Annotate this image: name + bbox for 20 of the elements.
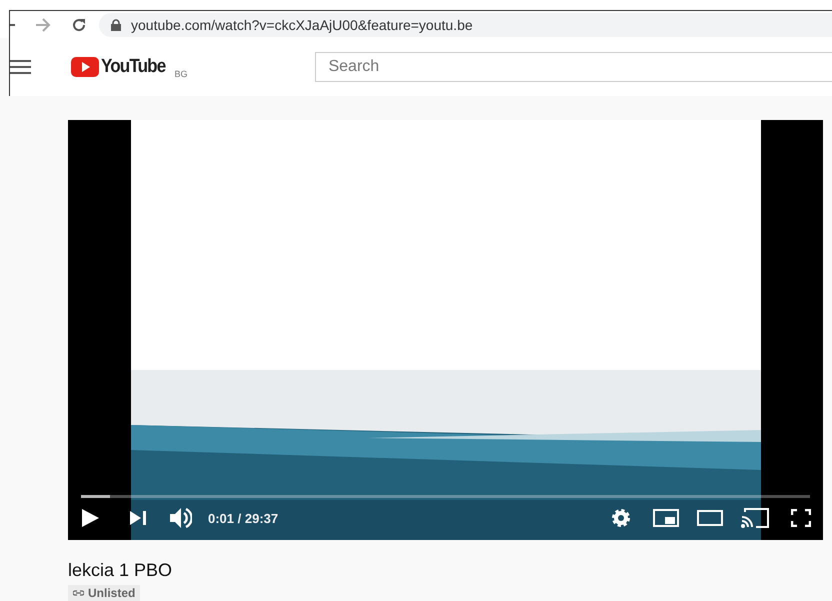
- unlisted-badge: Unlisted: [68, 585, 140, 601]
- region-code: BG: [174, 69, 188, 79]
- progress-bar[interactable]: [81, 495, 810, 498]
- theater-mode-icon[interactable]: [697, 510, 723, 526]
- link-icon: [73, 590, 84, 596]
- video-time: 0:01 / 29:37: [208, 510, 278, 526]
- lock-icon: [111, 19, 121, 31]
- fullscreen-icon[interactable]: [791, 509, 811, 527]
- settings-icon[interactable]: [611, 508, 631, 528]
- video-title: lekcia 1 PBO: [68, 560, 174, 581]
- logo-text[interactable]: YouTube: [101, 56, 166, 78]
- next-icon[interactable]: [130, 511, 146, 525]
- play-logo-icon[interactable]: [71, 57, 99, 77]
- miniplayer-icon[interactable]: [653, 509, 679, 527]
- reload-icon[interactable]: [71, 17, 87, 33]
- search-field[interactable]: Search: [315, 52, 832, 82]
- play-icon[interactable]: [80, 508, 100, 528]
- cast-icon[interactable]: [741, 508, 769, 528]
- menu-icon[interactable]: [10, 60, 31, 74]
- volume-icon[interactable]: [170, 508, 192, 528]
